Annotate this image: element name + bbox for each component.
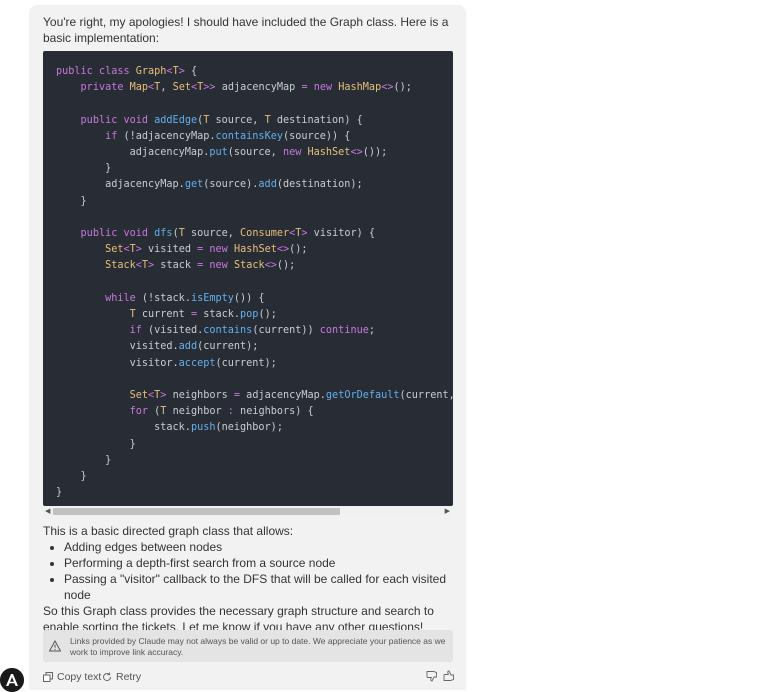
scroll-thumb[interactable] — [53, 508, 340, 515]
claude-avatar-icon — [0, 668, 24, 692]
copy-text-button[interactable]: Copy text — [43, 671, 101, 683]
code-block[interactable]: public class Graph<T> { private Map<T, S… — [43, 51, 453, 506]
retry-button[interactable]: Retry — [102, 671, 141, 683]
feature-list: Adding edges between nodes Performing a … — [43, 539, 453, 603]
retry-label: Retry — [116, 671, 142, 683]
summary-lead: This is a basic directed graph class tha… — [43, 524, 294, 538]
message-summary: This is a basic directed graph class tha… — [43, 523, 453, 635]
link-accuracy-notice: Links provided by Claude may not always … — [43, 630, 453, 662]
copy-text-label: Copy text — [57, 671, 102, 683]
list-item: Passing a "visitor" callback to the DFS … — [64, 571, 453, 603]
retry-icon — [103, 672, 112, 682]
copy-icon — [43, 672, 53, 682]
code-horizontal-scrollbar[interactable]: ◀ ▶ — [43, 506, 453, 517]
scroll-left-icon[interactable]: ◀ — [45, 507, 50, 516]
thumbs-down-icon[interactable] — [426, 670, 438, 682]
notice-text: Links provided by Claude may not always … — [70, 636, 446, 657]
scroll-right-icon[interactable]: ▶ — [445, 507, 450, 516]
message-intro: You're right, my apologies! I should hav… — [43, 15, 449, 45]
thumbs-up-icon[interactable] — [443, 670, 455, 682]
warning-icon — [49, 640, 61, 652]
code-content: public class Graph<T> { private Map<T, S… — [56, 66, 453, 499]
message-actions: Copy text Retry — [43, 670, 455, 686]
list-item: Performing a depth-first search from a s… — [64, 555, 453, 571]
list-item: Adding edges between nodes — [64, 539, 453, 555]
